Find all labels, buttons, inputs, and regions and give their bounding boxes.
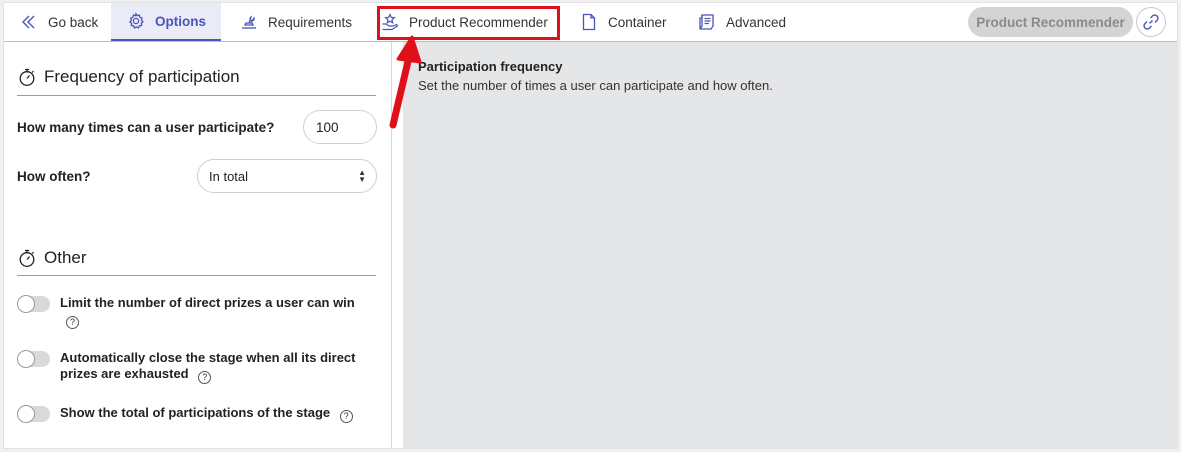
frequency-section-title: Frequency of participation [17, 67, 240, 87]
double-chevron-left-icon [20, 13, 38, 31]
how-often-label: How often? [17, 169, 91, 184]
toggle-row-show-total: Show the total of participations of the … [17, 405, 365, 423]
help-panel-description: Set the number of times a user can parti… [418, 78, 773, 93]
app-frame: Go back Options Requirements Product Rec… [3, 2, 1178, 449]
annotation-arrow [389, 35, 422, 129]
tab-advanced[interactable]: Advanced [698, 3, 786, 41]
tab-container[interactable]: Container [580, 3, 667, 41]
gear-icon [127, 12, 145, 30]
tab-requirements-label: Requirements [268, 14, 353, 30]
other-title: Other [44, 248, 87, 267]
frequency-title: Frequency of participation [44, 67, 240, 86]
participation-times-input[interactable]: 100 [303, 110, 377, 144]
document-icon [580, 13, 598, 31]
stopwatch-icon [17, 248, 37, 268]
show-total-label: Show the total of participations of the … [60, 405, 331, 420]
top-nav: Go back Options Requirements Product Rec… [4, 3, 1177, 42]
link-button[interactable] [1136, 7, 1166, 37]
link-icon [1142, 13, 1160, 31]
help-icon[interactable]: ? [339, 409, 353, 423]
help-panel: Participation frequency Set the number o… [403, 42, 1177, 448]
tab-requirements[interactable]: Requirements [240, 3, 352, 41]
scroll-icon [698, 13, 716, 31]
toggle-row-limit-prizes: Limit the number of direct prizes a user… [17, 295, 365, 329]
tab-advanced-label: Advanced [726, 14, 787, 30]
help-icon[interactable]: ? [198, 370, 212, 384]
help-icon[interactable]: ? [66, 315, 79, 329]
options-panel: Frequency of participation How many time… [4, 42, 392, 448]
seal-icon [240, 13, 258, 31]
select-caret-icon: ▲ ▼ [358, 168, 366, 184]
toggle-row-auto-close: Automatically close the stage when all i… [17, 350, 360, 384]
divider [17, 275, 376, 276]
how-often-value: In total [209, 168, 249, 184]
product-recommender-button[interactable]: Product Recommender [968, 7, 1133, 37]
divider [17, 95, 376, 96]
tab-options[interactable]: Options [111, 3, 221, 41]
limit-prizes-toggle[interactable] [17, 295, 50, 313]
help-panel-title: Participation frequency [418, 59, 563, 74]
go-back-label: Go back [48, 14, 99, 30]
participation-times-label: How many times can a user participate? [17, 120, 275, 135]
go-back-button[interactable]: Go back [20, 3, 98, 41]
how-often-select[interactable]: In total ▲ ▼ [197, 159, 377, 193]
tab-container-label: Container [608, 14, 667, 30]
stopwatch-icon [17, 67, 37, 87]
tab-options-label: Options [155, 13, 206, 29]
show-total-toggle[interactable] [17, 405, 50, 423]
other-section-title: Other [17, 248, 87, 268]
auto-close-toggle[interactable] [17, 350, 50, 368]
limit-prizes-label: Limit the number of direct prizes a user… [60, 295, 355, 310]
